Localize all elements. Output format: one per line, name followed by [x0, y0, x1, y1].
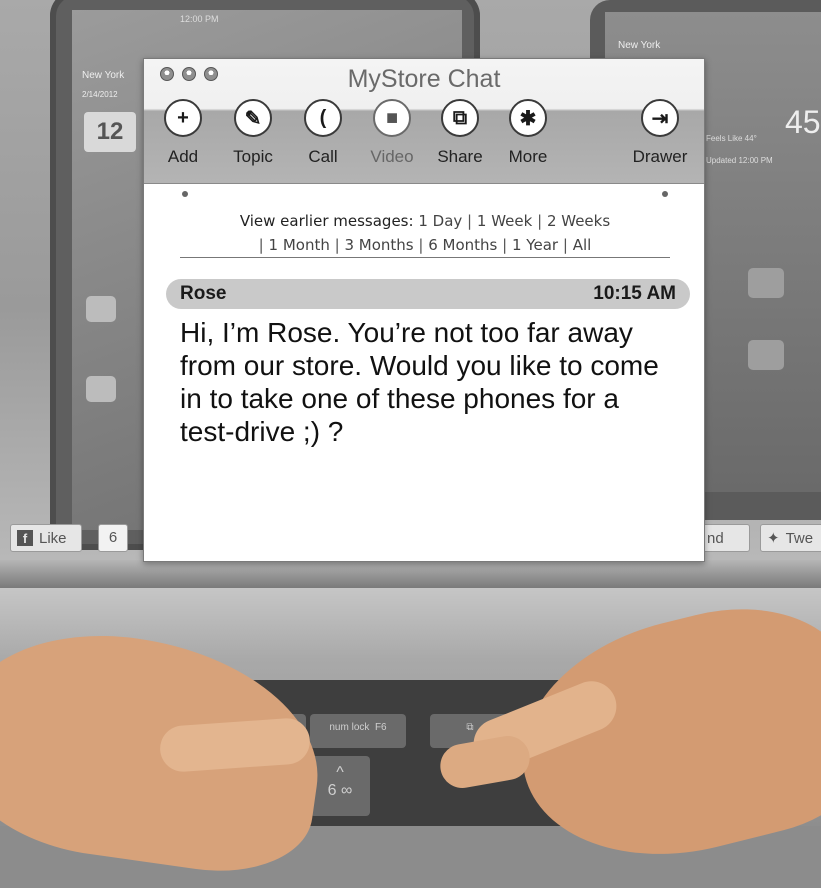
earlier-messages-bar: View earlier messages: 1 Day | 1 Week | … — [239, 212, 611, 254]
message-header: Rose 10:15 AM — [166, 279, 690, 309]
phone-left-date: 2/14/2012 — [82, 90, 118, 99]
add-label: Add — [167, 147, 199, 166]
chat-window: MyStore Chat + Add ✎ Topic ( Call ■ Vide… — [143, 58, 705, 562]
phone-right-feels-like: Feels Like 44° — [706, 134, 757, 143]
pin-icon — [182, 191, 188, 197]
laptop-lid-edge — [0, 560, 821, 588]
send-button[interactable]: nd — [700, 524, 750, 552]
messaging-icon — [748, 340, 784, 370]
earlier-messages-label: View earlier messages: — [239, 212, 414, 230]
topic-button[interactable]: ✎ Topic — [223, 99, 283, 177]
phone-left-status-time: 12:00 PM — [180, 14, 219, 24]
call-button[interactable]: ( Call — [293, 99, 353, 177]
like-count: 6 — [98, 524, 128, 552]
video-button[interactable]: ■ Video — [362, 99, 422, 177]
message-text: Hi, I’m Rose. You’re not too far away fr… — [180, 317, 659, 447]
call-label: Call — [308, 147, 338, 166]
phone-icon: ( — [304, 99, 342, 137]
share-button[interactable]: ⧉ Share — [430, 99, 490, 177]
phone-icon — [86, 376, 116, 402]
share-icon: ⧉ — [441, 99, 479, 137]
share-label: Share — [437, 147, 483, 166]
history-all-link[interactable]: All — [573, 236, 592, 254]
twitter-bird-icon: ✦ — [767, 530, 780, 547]
message-timestamp: 10:15 AM — [593, 283, 676, 304]
more-button[interactable]: ✱ More — [498, 99, 558, 177]
send-label: nd — [707, 529, 724, 547]
pin-icon — [662, 191, 668, 197]
like-label: Like — [39, 529, 67, 547]
video-camera-icon: ■ — [373, 99, 411, 137]
history-1-year-link[interactable]: 1 Year — [512, 236, 558, 254]
drawer-label: Drawer — [632, 147, 688, 166]
more-label: More — [508, 147, 548, 166]
phone-right-city: New York — [618, 40, 661, 51]
history-3-months-link[interactable]: 3 Months — [344, 236, 413, 254]
drawer-icon: ⇥ — [641, 99, 679, 137]
divider — [180, 257, 670, 258]
gear-icon: ✱ — [509, 99, 547, 137]
tweet-label: Twe — [785, 529, 814, 547]
facebook-like-button[interactable]: f Like — [10, 524, 82, 552]
history-1-month-link[interactable]: 1 Month — [269, 236, 330, 254]
facebook-icon: f — [17, 530, 33, 546]
phone-left-calendar-tile: 12 — [84, 112, 136, 152]
gallery-icon — [748, 268, 784, 298]
chat-toolbar: MyStore Chat + Add ✎ Topic ( Call ■ Vide… — [144, 59, 704, 184]
key-f6: num lock F6 — [310, 714, 406, 748]
video-label: Video — [370, 147, 414, 166]
window-title: MyStore Chat — [347, 65, 501, 93]
add-button[interactable]: + Add — [153, 99, 213, 177]
message-sender: Rose — [180, 283, 227, 304]
history-1-day-link[interactable]: 1 Day — [418, 212, 462, 230]
plus-icon: + — [164, 99, 202, 137]
phone-right-temperature: 45 — [785, 104, 821, 140]
topic-label: Topic — [233, 147, 273, 166]
history-2-weeks-link[interactable]: 2 Weeks — [547, 212, 610, 230]
edit-icon: ✎ — [234, 99, 272, 137]
tweet-button[interactable]: ✦ Twe — [760, 524, 821, 552]
history-6-months-link[interactable]: 6 Months — [428, 236, 497, 254]
drawer-button[interactable]: ⇥ Drawer — [628, 99, 692, 177]
phone-right-updated: Updated 12:00 PM — [706, 156, 773, 165]
phone-left-city: New York — [82, 70, 125, 81]
history-1-week-link[interactable]: 1 Week — [477, 212, 532, 230]
key-6: ^ 6 ∞ — [310, 756, 370, 816]
chat-bubble-icon — [86, 296, 116, 322]
